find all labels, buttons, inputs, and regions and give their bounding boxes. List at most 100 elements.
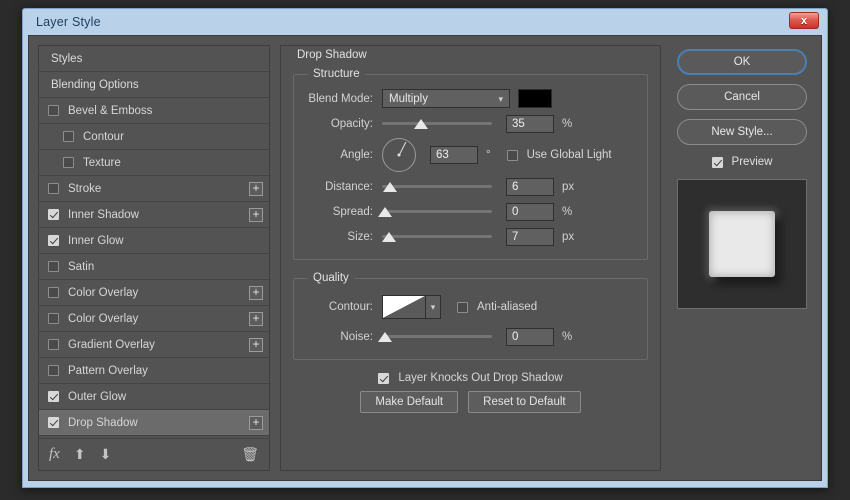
style-enable-checkbox[interactable] [48,105,59,116]
style-enable-checkbox[interactable] [48,261,59,272]
distance-row: Distance: 6 px [304,174,637,199]
size-slider[interactable] [382,227,492,246]
contour-dropdown-button[interactable]: ▾ [426,295,441,319]
style-enable-checkbox[interactable] [48,235,59,246]
blend-mode-select[interactable]: Multiply ▾ [382,89,510,108]
noise-slider-thumb[interactable] [378,332,392,342]
add-effect-button[interactable]: + [249,312,263,326]
angle-input[interactable]: 63 [430,146,478,164]
style-row-label: Outer Glow [68,391,263,403]
styles-panel: StylesBlending Options Bevel & Emboss Cont… [38,45,270,471]
style-row-gradient-overlay[interactable]: Gradient Overlay+ [39,332,269,358]
preview-thumbnail [677,179,807,309]
cancel-button[interactable]: Cancel [677,84,807,110]
noise-input[interactable]: 0 [506,328,554,346]
style-enable-checkbox[interactable] [48,417,59,428]
style-row-inner-shadow[interactable]: Inner Shadow+ [39,202,269,228]
preview-box-check [712,157,723,168]
styles-list[interactable]: StylesBlending Options Bevel & Emboss Cont… [39,46,269,438]
style-row-inner-glow[interactable]: Inner Glow [39,228,269,254]
distance-unit: px [562,181,574,193]
preview-checkbox[interactable]: Preview [712,156,773,168]
style-row-label: Pattern Overlay [68,365,263,377]
ok-button[interactable]: OK [677,49,807,75]
distance-slider-thumb[interactable] [383,182,397,192]
anti-aliased-checkbox[interactable]: Anti-aliased [457,301,537,313]
style-row-outer-glow[interactable]: Outer Glow [39,384,269,410]
layer-knockout-box [378,373,389,384]
anti-aliased-label: Anti-aliased [477,301,537,313]
make-default-button[interactable]: Make Default [360,391,458,413]
opacity-slider[interactable] [382,114,492,133]
add-effect-button[interactable]: + [249,338,263,352]
add-effect-button[interactable]: + [249,416,263,430]
reset-to-default-button[interactable]: Reset to Default [468,391,580,413]
new-style-button[interactable]: New Style... [677,119,807,145]
spread-unit: % [562,206,572,218]
shadow-color-swatch[interactable] [518,89,552,108]
style-enable-checkbox[interactable] [48,339,59,350]
styles-toolbar: fx ⬆ ⬇ 🗑 [39,438,269,470]
style-row-styles[interactable]: Styles [39,46,269,72]
style-enable-checkbox[interactable] [48,391,59,402]
contour-curve-shape [383,296,425,318]
spread-slider[interactable] [382,202,492,221]
add-effect-button[interactable]: + [249,182,263,196]
style-enable-checkbox[interactable] [48,287,59,298]
actions-panel: OK Cancel New Style... Preview [672,45,812,471]
style-row-label: Bevel & Emboss [68,105,263,117]
style-enable-checkbox[interactable] [63,157,74,168]
noise-slider[interactable] [382,327,492,346]
structure-group: Structure Blend Mode: Multiply ▾ Opacity… [293,68,648,260]
move-down-icon[interactable]: ⬇ [100,446,112,463]
style-row-stroke[interactable]: Stroke+ [39,176,269,202]
angle-dial[interactable] [382,138,416,172]
move-up-icon[interactable]: ⬆ [74,446,86,463]
style-row-texture[interactable]: Texture [39,150,269,176]
opacity-input[interactable]: 35 [506,115,554,133]
style-row-blending-options[interactable]: Blending Options [39,72,269,98]
style-row-color-overlay[interactable]: Color Overlay+ [39,306,269,332]
distance-label: Distance: [304,181,382,193]
title-bar: Layer Style x [28,9,822,35]
use-global-light-checkbox[interactable]: Use Global Light [507,149,612,161]
close-icon[interactable]: x [789,12,819,29]
opacity-slider-thumb[interactable] [414,119,428,129]
contour-row: Contour: ▾ Anti-aliased [304,290,637,324]
style-enable-checkbox[interactable] [63,131,74,142]
size-input[interactable]: 7 [506,228,554,246]
style-enable-checkbox[interactable] [48,313,59,324]
style-row-bevel-emboss[interactable]: Bevel & Emboss [39,98,269,124]
angle-row: Angle: 63 ° Use Global Light [304,136,637,174]
style-enable-checkbox[interactable] [48,209,59,220]
contour-preview[interactable] [382,295,426,319]
style-enable-checkbox[interactable] [48,183,59,194]
spread-input[interactable]: 0 [506,203,554,221]
noise-slider-track [382,335,492,338]
style-row-contour[interactable]: Contour [39,124,269,150]
layer-knockout-checkbox[interactable]: Layer Knocks Out Drop Shadow [378,372,562,384]
add-effect-button[interactable]: + [249,286,263,300]
blend-mode-row: Blend Mode: Multiply ▾ [304,86,637,111]
style-row-satin[interactable]: Satin [39,254,269,280]
opacity-label: Opacity: [304,118,382,130]
style-row-color-overlay[interactable]: Color Overlay+ [39,280,269,306]
style-row-label: Satin [68,261,263,273]
contour-label: Contour: [304,301,382,313]
size-unit: px [562,231,574,243]
spread-slider-thumb[interactable] [378,207,392,217]
size-slider-thumb[interactable] [382,232,396,242]
add-effect-button[interactable]: + [249,208,263,222]
style-row-label: Drop Shadow [68,417,249,429]
style-enable-checkbox[interactable] [48,365,59,376]
opacity-slider-track [382,122,492,125]
distance-input[interactable]: 6 [506,178,554,196]
distance-slider[interactable] [382,177,492,196]
style-row-drop-shadow[interactable]: Drop Shadow+ [39,410,269,436]
layer-knockout-label: Layer Knocks Out Drop Shadow [398,372,562,384]
noise-unit: % [562,331,572,343]
fx-icon[interactable]: fx [49,446,60,463]
style-row-label: Inner Glow [68,235,263,247]
delete-icon[interactable]: 🗑 [241,446,259,463]
style-row-pattern-overlay[interactable]: Pattern Overlay [39,358,269,384]
